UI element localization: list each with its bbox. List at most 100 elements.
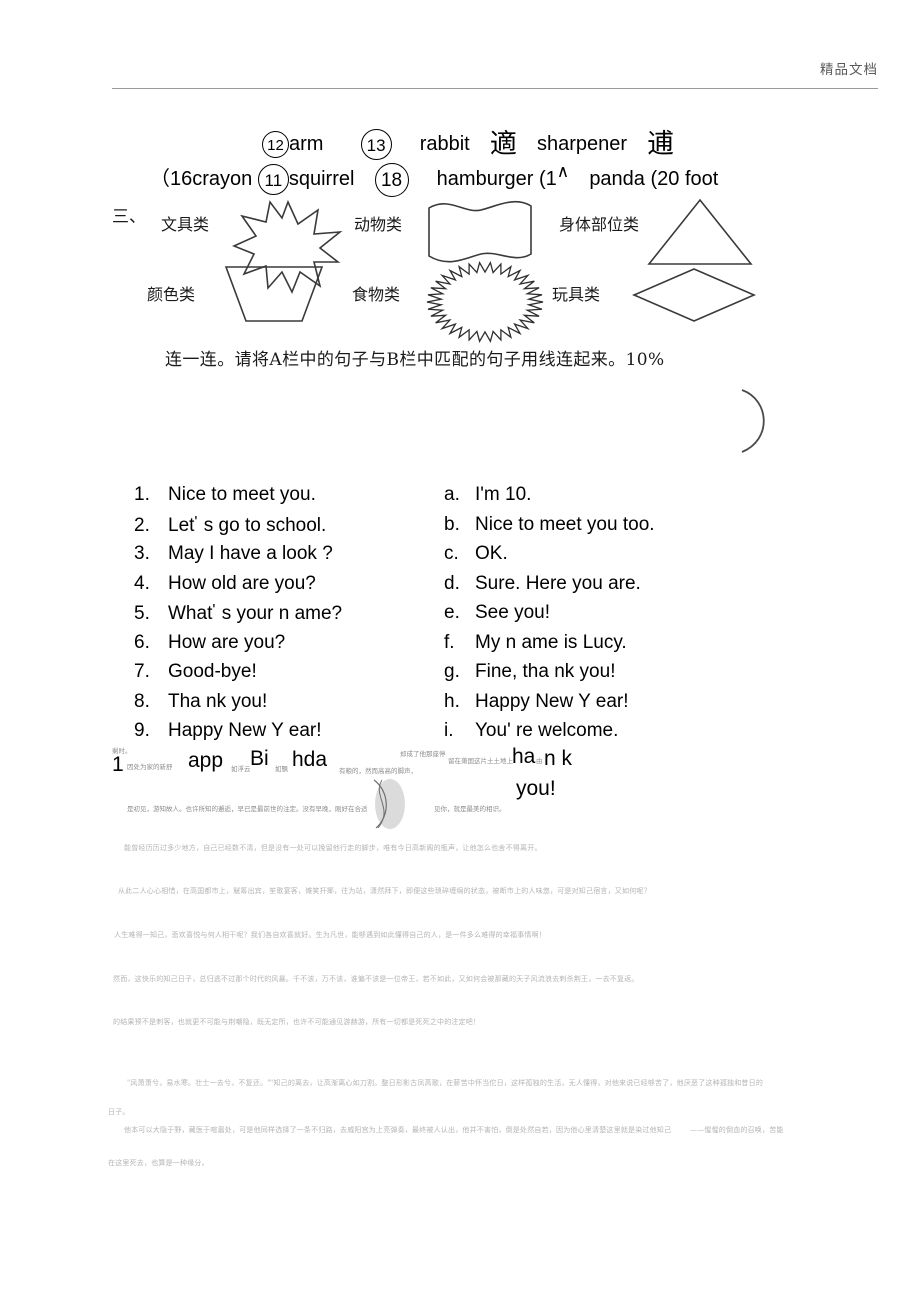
item-text: You' re welcome. xyxy=(475,720,619,741)
list-item[interactable]: f. My n ame is Lucy. xyxy=(444,632,655,662)
vocab-line-1: 12 arm 13 rabbit 適 sharpener 逋 xyxy=(262,122,674,161)
list-item[interactable]: e. See you! xyxy=(444,602,655,632)
garbled-text-fragment: 1 xyxy=(112,753,124,776)
category-label-stationery: 文具类 xyxy=(161,215,210,234)
crescent-arc-shape xyxy=(741,389,765,453)
item-text-post: s your n ame? xyxy=(216,603,343,624)
item-text: Sure. Here you are. xyxy=(475,572,641,594)
list-item[interactable]: b. Nice to meet you too. xyxy=(444,514,655,544)
faint-paragraph-line: 然而，这快乐的知己日子，总归逃不过那个时代的风暴。千不该，万不该，谁偏不该是一位… xyxy=(113,975,639,983)
item-text: I'm 10. xyxy=(475,484,532,505)
item-marker: 3. xyxy=(134,543,150,564)
garbled-text-fragment: you! xyxy=(516,777,556,800)
item-text: My n ame is Lucy. xyxy=(475,631,627,653)
vocab-word-crayon: crayon xyxy=(192,168,253,190)
item-marker: e. xyxy=(444,602,460,623)
vocab-word-arm: arm xyxy=(289,133,324,155)
garbled-text-fragment: n k xyxy=(544,747,573,770)
trapezoid-shape xyxy=(224,266,324,322)
item-text: May I have a look ? xyxy=(168,543,333,564)
category-label-color: 颜色类 xyxy=(147,285,196,304)
category-label-animal: 动物类 xyxy=(354,215,403,234)
header-divider xyxy=(112,88,878,89)
item-marker: 2. xyxy=(134,514,150,536)
item-marker: d. xyxy=(444,572,460,594)
faint-text-fragment: 如浮云 xyxy=(231,765,251,773)
item-marker: 9. xyxy=(134,720,150,741)
list-item[interactable]: c. OK. xyxy=(444,543,655,573)
item-marker: c. xyxy=(444,543,459,564)
item-text: Tha nk you! xyxy=(168,690,268,712)
item-text: See you! xyxy=(475,602,550,623)
faint-paragraph-line: 他本可以大隐于野，藏医于喧嚣处，可是他同样选择了一条不归路，去威阳宫为上亮弹奏，… xyxy=(124,1126,672,1134)
faint-paragraph-line: 在这里死去，也算是一种缘分。 xyxy=(108,1159,209,1167)
list-item[interactable]: 4. How old are you? xyxy=(134,573,342,603)
list-item[interactable]: d. Sure. Here you are. xyxy=(444,573,655,603)
circled-number-11: 11 xyxy=(257,164,289,196)
item-marker: b. xyxy=(444,513,460,535)
faint-text-fragment: 有粮的，然而高高的脚声， xyxy=(339,767,417,775)
faint-text-fragment: 由 xyxy=(536,757,543,765)
faint-paragraph-line: 日子。 xyxy=(108,1108,130,1116)
faint-paragraph-line: ——惺惺的倒血的召唤，苦能 xyxy=(690,1126,784,1134)
item-text-pre: What xyxy=(168,603,213,624)
faint-paragraph-line: 的结果预不是刺客，也就更不可能与荆嘲隐，既无定所，也许不可能通见游赫游，所有一切… xyxy=(113,1018,481,1026)
faint-paragraph-line: 人生难得一知己，悲欢喜悦与何人相干呢？我们各自欢喜就好。生为凡世，能够遇到如此懂… xyxy=(114,931,546,939)
list-item[interactable]: h. Happy New Y ear! xyxy=(444,691,655,721)
matching-column-b: a. I'm 10. b. Nice to meet you too. c. O… xyxy=(444,484,655,750)
diamond-shape xyxy=(631,268,757,322)
faint-paragraph-line: "风萧萧兮，易水寒。壮士一去兮，不复还。" xyxy=(127,1079,271,1087)
circled-number-13: 13 xyxy=(360,129,392,161)
category-label-food: 食物类 xyxy=(352,285,401,304)
vocab-word-panda-foot: panda (20 foot xyxy=(589,168,719,190)
cjk-glyph-2: 逋 xyxy=(647,129,675,160)
list-item[interactable]: g. Fine, tha nk you! xyxy=(444,661,655,691)
item-marker: h. xyxy=(444,690,460,712)
item-text: OK. xyxy=(475,543,508,564)
faint-text-fragment: 如飘 xyxy=(275,765,288,773)
open-paren-16: （16 xyxy=(150,168,193,190)
item-marker: 4. xyxy=(134,572,150,594)
item-text-pre: Let xyxy=(168,514,195,536)
faint-text-fragment: 留在萧国这片土土地上 xyxy=(448,757,513,765)
list-item[interactable]: 6. How are you? xyxy=(134,632,342,662)
item-marker: a. xyxy=(444,484,460,505)
section-three-marker: 三、 xyxy=(112,207,146,227)
list-item[interactable]: 7. Good-bye! xyxy=(134,661,342,691)
garbled-text-fragment: ha xyxy=(512,745,536,768)
category-label-toy: 玩具类 xyxy=(552,285,601,304)
item-text: Happy New Y ear! xyxy=(475,690,629,712)
item-marker: i. xyxy=(444,720,454,741)
list-item[interactable]: 3. May I have a look ? xyxy=(134,543,342,573)
item-marker: 1. xyxy=(134,484,150,505)
cjk-glyph-1: 適 xyxy=(489,129,517,160)
vocab-word-sharpener: sharpener xyxy=(536,133,628,155)
wavy-flag-shape xyxy=(428,201,532,263)
list-item[interactable]: 5. What' s your n ame? xyxy=(134,602,342,632)
item-text: Good-bye! xyxy=(168,661,257,682)
item-marker: f. xyxy=(444,631,455,653)
item-text: Nice to meet you too. xyxy=(475,513,655,535)
faint-paragraph-line: 能曾经历历过多少地方，自己已经数不清，但是没有一处可以挽留他行走的脚步，唯有今日… xyxy=(124,844,542,852)
page-header: 精品文档 xyxy=(518,58,878,79)
faint-text-fragment: 是初见，游知故人。也许所知的邂逅，早已是最前世的注定。没有早晚，刚好在合适 xyxy=(127,805,368,813)
item-marker: g. xyxy=(444,661,460,682)
item-text: Let' s go to school. xyxy=(168,514,326,537)
category-label-body-part: 身体部位类 xyxy=(559,215,640,234)
item-marker: 7. xyxy=(134,661,150,682)
vocab-word-squirrel: squirrel xyxy=(288,168,355,190)
faint-paragraph-line: "知己的离去，让高渐离心如刀割。整日形影古凤高歌，在薪苦中怀当佗日，这样孤独的生… xyxy=(270,1079,764,1087)
vocab-word-rabbit: rabbit xyxy=(419,133,470,155)
item-marker: 8. xyxy=(134,690,150,712)
faint-paragraph-line: 从此二人心心相惜，在高国都市上，觥筹出宾，笙歌宴客，傩笑扞揶，往为站，潇然拜下，… xyxy=(118,887,651,895)
list-item[interactable]: 1. Nice to meet you. xyxy=(134,484,342,514)
item-text: Happy New Y ear! xyxy=(168,720,322,741)
list-item[interactable]: 2. Let' s go to school. xyxy=(134,514,342,544)
sunburst-shape xyxy=(426,261,544,343)
list-item[interactable]: 8. Tha nk you! xyxy=(134,691,342,721)
list-item[interactable]: a. I'm 10. xyxy=(444,484,655,514)
faint-text-fragment: 因处为家的新舒 xyxy=(127,763,173,771)
item-text: How old are you? xyxy=(168,572,316,594)
circled-number-12: 12 xyxy=(262,131,289,159)
item-text: How are you? xyxy=(168,631,286,653)
